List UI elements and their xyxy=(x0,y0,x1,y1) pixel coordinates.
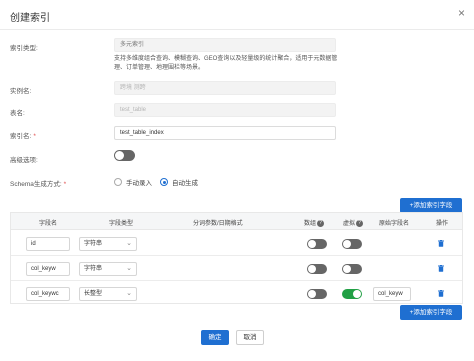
th-array: 数组? xyxy=(304,218,325,227)
array-toggle[interactable] xyxy=(307,264,327,274)
table-row: id 字符串 ⌄ xyxy=(11,231,462,256)
th-source-field: 原始字段名 xyxy=(379,221,410,227)
help-icon[interactable]: ? xyxy=(317,219,325,227)
th-tokenizer: 分词参数/日期格式 xyxy=(193,221,243,227)
confirm-button[interactable]: 确定 xyxy=(201,330,229,345)
th-field-name: 字段名 xyxy=(39,221,58,227)
th-action: 操作 xyxy=(436,221,449,227)
advanced-options-toggle[interactable] xyxy=(114,150,135,161)
table-row: col_keyw 字符串 ⌄ xyxy=(11,256,462,281)
index-type-note: 支持多维度组合查询、模糊查询、GEO查询以及轻量级的统计聚合，适用于元数据管理、… xyxy=(114,56,338,71)
array-toggle[interactable] xyxy=(307,239,327,249)
trash-icon[interactable] xyxy=(438,265,444,272)
th-field-type: 字段类型 xyxy=(109,221,134,227)
table-header: 字段名 字段类型 分词参数/日期格式 数组? 虚拟? 原始字段名 操作 xyxy=(11,213,462,230)
trash-icon[interactable] xyxy=(438,240,444,247)
cancel-button[interactable]: 取消 xyxy=(236,330,264,345)
th-virtual: 虚拟? xyxy=(343,218,364,227)
trash-icon[interactable] xyxy=(438,290,444,297)
field-type-select[interactable]: 字符串 ⌄ xyxy=(79,262,137,276)
add-index-field-button-top[interactable]: +添加索引字段 xyxy=(400,198,462,213)
field-type-select[interactable]: 字符串 ⌄ xyxy=(79,237,137,251)
schema-mode-radio-group: 手动录入 自动生成 xyxy=(114,177,198,187)
index-type-field xyxy=(114,38,336,52)
virtual-toggle[interactable] xyxy=(342,239,362,249)
field-type-select[interactable]: 长整型 ⌄ xyxy=(79,287,137,301)
schema-mode-label: Schema生成方式: * xyxy=(10,181,67,188)
virtual-toggle[interactable] xyxy=(342,289,362,299)
source-field-input[interactable]: col_keyw xyxy=(373,287,411,301)
index-name-label: 索引名: * xyxy=(10,133,36,140)
dialog-header: 创建索引 × xyxy=(0,0,474,30)
chevron-down-icon: ⌄ xyxy=(126,290,132,297)
field-name-input[interactable]: id xyxy=(26,237,70,251)
help-icon[interactable]: ? xyxy=(356,219,364,227)
add-index-field-button-bottom[interactable]: +添加索引字段 xyxy=(400,305,462,320)
instance-name-label: 实例名: xyxy=(10,88,32,95)
chevron-down-icon: ⌄ xyxy=(126,265,132,272)
radio-auto-label: 自动生成 xyxy=(172,180,198,187)
radio-manual[interactable]: 手动录入 xyxy=(114,177,152,187)
virtual-toggle[interactable] xyxy=(342,264,362,274)
table-row: col_keywc 长整型 ⌄ col_keyw xyxy=(11,281,462,306)
field-name-input[interactable]: col_keyw xyxy=(26,262,70,276)
table-name-label: 表名: xyxy=(10,110,25,117)
radio-manual-label: 手动录入 xyxy=(126,180,152,187)
required-mark: * xyxy=(63,181,67,188)
close-icon[interactable]: × xyxy=(458,7,465,19)
radio-auto[interactable]: 自动生成 xyxy=(160,177,198,187)
index-fields-table: 字段名 字段类型 分词参数/日期格式 数组? 虚拟? 原始字段名 操作 id 字… xyxy=(10,212,463,304)
index-type-label: 索引类型: xyxy=(10,45,38,52)
chevron-down-icon: ⌄ xyxy=(126,240,132,247)
advanced-options-label: 高级选项: xyxy=(10,157,38,164)
instance-name-field: 跨境 测跨 xyxy=(114,81,336,95)
index-name-input[interactable]: test_table_index xyxy=(114,126,336,140)
field-name-input[interactable]: col_keywc xyxy=(26,287,70,301)
table-name-field: test_table xyxy=(114,103,336,117)
dialog-title: 创建索引 xyxy=(10,13,50,24)
radio-circle-checked xyxy=(160,178,168,186)
array-toggle[interactable] xyxy=(307,289,327,299)
required-mark: * xyxy=(33,133,36,140)
radio-circle xyxy=(114,178,122,186)
